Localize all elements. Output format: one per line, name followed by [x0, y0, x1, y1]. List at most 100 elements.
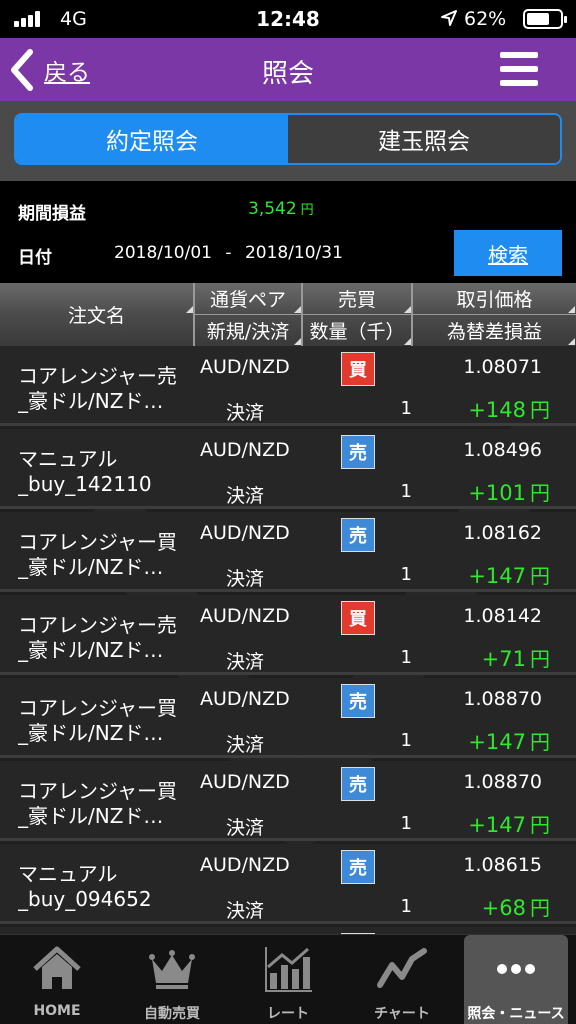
tab-rate-label: レート	[267, 1006, 309, 1022]
quantity: 1	[400, 896, 412, 917]
tab-inquiry-news[interactable]: 照会・ニュース	[464, 935, 568, 1024]
currency-pair: AUD/NZD	[200, 356, 290, 378]
fx-pl-amount: +147	[468, 564, 526, 588]
currency-pair: AUD/NZD	[200, 688, 290, 710]
tab-inquiry-news-label: 照会・ニュース	[467, 1006, 565, 1022]
nav-bar: 戻る 照会	[0, 38, 576, 101]
order-name: コアレンジャー買 _豪ドル/NZド…	[18, 530, 193, 580]
new-close-type: 決済	[226, 485, 265, 507]
tab-auto-trade[interactable]: 自動売買	[120, 935, 224, 1024]
currency-pair: AUD/NZD	[200, 522, 290, 544]
back-button[interactable]: 戻る	[8, 46, 90, 94]
order-name-line1: コアレンジャー売	[18, 364, 177, 388]
status-bar: 4G 12:48 62%	[0, 0, 576, 38]
tab-rate[interactable]: レート	[236, 935, 340, 1024]
order-name-line1: コアレンジャー買	[18, 779, 177, 803]
fx-pl: +147 円	[420, 560, 550, 589]
quantity: 1	[400, 647, 412, 668]
order-name-line2: _buy_142110	[18, 472, 152, 496]
quantity: 1	[400, 730, 412, 751]
table-row[interactable]: コアレンジャー買 _豪ドル/NZド… AUD/NZD 決済 売 1 1.08162 +147 円	[0, 512, 576, 592]
tab-home[interactable]: HOME	[5, 935, 109, 1024]
date-to[interactable]: 2018/10/31	[245, 243, 343, 263]
home-icon	[33, 946, 81, 989]
segment-bar: 約定照会 建玉照会	[0, 101, 576, 181]
header-fx-pl[interactable]: 為替差損益	[413, 315, 576, 346]
fx-pl: +147 円	[420, 809, 550, 838]
header-currency-pair[interactable]: 通貨ペア	[195, 283, 301, 314]
order-name: マニュアル _buy_094652	[18, 862, 193, 912]
fx-pl-unit: 円	[530, 481, 550, 505]
fx-pl: +101 円	[420, 477, 550, 506]
table-row[interactable]: コアレンジャー売 _豪ドル/NZド… AUD/NZD 決済 買 1 1.08071 +148 円	[0, 346, 576, 426]
table-row[interactable]: コアレンジャー売 _豪ドル/NZド… AUD/NZD 決済 買 1 1.08142 +71 円	[0, 595, 576, 675]
new-close-type: 決済	[226, 568, 265, 590]
fx-pl-unit: 円	[530, 896, 550, 920]
fx-pl: +148 円	[420, 394, 550, 423]
header-quantity[interactable]: 数量（千）	[303, 315, 411, 346]
side-badge: 買	[341, 352, 375, 386]
order-name-line2: _buy_094652	[18, 887, 152, 911]
trade-price: 1.08496	[463, 439, 542, 461]
fx-pl: +68 円	[420, 892, 550, 921]
order-name: コアレンジャー売 _豪ドル/NZド…	[18, 613, 193, 663]
tab-chart[interactable]: チャート	[350, 935, 454, 1024]
new-close-type: 決済	[226, 734, 265, 756]
fx-pl-amount: +147	[468, 813, 526, 837]
trade-price: 1.08615	[463, 854, 542, 876]
currency-pair: AUD/NZD	[200, 439, 290, 461]
new-close-type: 決済	[226, 651, 265, 673]
table-header: 注文名 通貨ペア 売買 取引価格 新規/決済 数量（千） 為替差損益	[0, 283, 576, 346]
tab-home-label: HOME	[33, 1003, 81, 1019]
order-name-line2: _豪ドル/NZド…	[18, 638, 164, 662]
tab-executed-orders[interactable]: 約定照会	[16, 115, 288, 163]
date-separator: -	[225, 243, 232, 263]
trade-price: 1.08870	[463, 771, 542, 793]
summary-panel: 期間損益 3,542 円 日付 2018/10/01 - 2018/10/31 検…	[0, 181, 576, 283]
tab-bar: HOME 自動売買 レート チャート 照会・ニュース	[0, 934, 576, 1024]
location-arrow-icon	[441, 10, 457, 26]
tab-chart-label: チャート	[374, 1006, 430, 1022]
search-button[interactable]: 検索	[454, 230, 562, 276]
order-name: コアレンジャー売 _豪ドル/NZド…	[18, 364, 193, 414]
table-row[interactable]: マニュアル _buy_142110 AUD/NZD 決済 売 1 1.08496 +101 円	[0, 429, 576, 509]
date-label: 日付	[18, 248, 52, 268]
currency-pair: AUD/NZD	[200, 771, 290, 793]
sort-indicator-icon	[568, 338, 575, 345]
date-from[interactable]: 2018/10/01	[114, 243, 212, 263]
rate-chart-icon	[265, 947, 312, 992]
hamburger-menu-icon[interactable]	[500, 52, 538, 86]
chevron-left-icon	[11, 49, 33, 91]
table-row[interactable]: コアレンジャー買 _豪ドル/NZド… AUD/NZD 決済 売 1 1.08870 +147 円	[0, 761, 576, 841]
table-row[interactable]	[0, 927, 576, 934]
header-new-close[interactable]: 新規/決済	[195, 315, 301, 346]
fx-pl: +147 円	[420, 726, 550, 755]
date-range: 2018/10/01 - 2018/10/31	[114, 243, 343, 263]
order-name-line1: マニュアル	[18, 447, 118, 471]
period-pl-label: 期間損益	[18, 204, 86, 224]
tab-open-positions[interactable]: 建玉照会	[288, 115, 560, 163]
table-row[interactable]: マニュアル _buy_094652 AUD/NZD 決済 売 1 1.08615 +68 円	[0, 844, 576, 924]
currency-pair: AUD/NZD	[200, 605, 290, 627]
fx-pl-unit: 円	[530, 564, 550, 588]
battery-percent: 62%	[464, 8, 507, 30]
order-name-line1: コアレンジャー売	[18, 613, 177, 637]
header-price[interactable]: 取引価格	[413, 283, 576, 314]
side-badge: 売	[341, 767, 375, 801]
header-divider	[195, 314, 576, 315]
trade-price: 1.08071	[463, 356, 542, 378]
segmented-control: 約定照会 建玉照会	[14, 113, 562, 165]
currency-pair: AUD/NZD	[200, 854, 290, 876]
order-name-line1: コアレンジャー買	[18, 530, 177, 554]
header-order-name[interactable]: 注文名	[0, 283, 193, 346]
fx-pl-unit: 円	[530, 398, 550, 422]
order-name-line2: _豪ドル/NZド…	[18, 804, 164, 828]
order-name-line1: マニュアル	[18, 862, 118, 886]
trade-list[interactable]: コアレンジャー売 _豪ドル/NZド… AUD/NZD 決済買 1 1.08071 +148 円…	[0, 346, 576, 934]
table-row[interactable]: コアレンジャー買 _豪ドル/NZド… AUD/NZD 決済 売 1 1.08870 +147 円	[0, 678, 576, 758]
header-side[interactable]: 売買	[303, 283, 411, 314]
order-name-line1: コアレンジャー買	[18, 696, 177, 720]
sort-indicator-icon	[404, 338, 411, 345]
new-close-type: 決済	[226, 402, 265, 424]
fx-pl-unit: 円	[530, 813, 550, 837]
